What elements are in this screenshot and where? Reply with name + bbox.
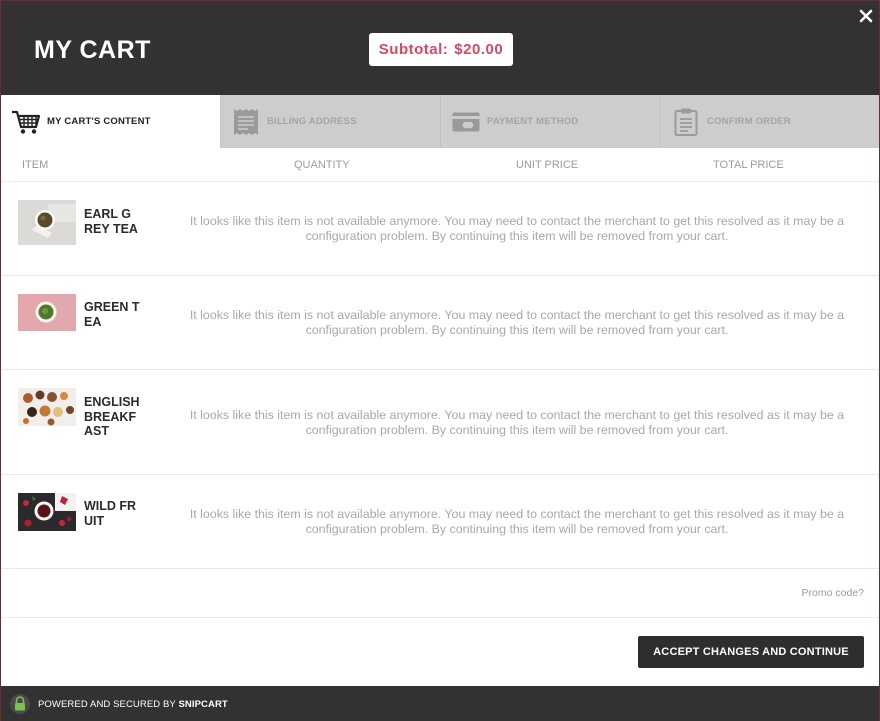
product-image [18,200,76,245]
unavailable-message: It looks like this item is not available… [189,408,845,437]
subtotal-badge: Subtotal: $20.00 [369,33,513,66]
cart-icon [11,107,41,137]
product-image [18,294,76,339]
step-payment-method[interactable]: PAYMENT METHOD [441,95,661,148]
product-name: ENGLISH BREAKFAST [84,395,140,438]
checkout-steps: MY CART'S CONTENT BILLING ADDRESS PAYMEN… [1,95,879,148]
table-row: ENGLISH BREAKFAST It looks like this ite… [1,370,879,475]
step-label: CONFIRM ORDER [707,116,791,127]
step-billing-address[interactable]: BILLING ADDRESS [221,95,441,148]
table-row: EARL GREY TEA It looks like this item is… [1,182,879,276]
table-row: GREEN TEA It looks like this item is not… [1,276,879,370]
step-confirm-order[interactable]: CONFIRM ORDER [661,95,879,148]
snipcart-brand[interactable]: SNIPCART [178,699,227,710]
clipboard-icon [671,107,701,137]
page-title: MY CART [34,36,151,64]
unavailable-message: It looks like this item is not available… [189,507,845,536]
unavailable-message: It looks like this item is not available… [189,214,845,243]
column-header-total-price: TOTAL PRICE [713,159,784,171]
table-header: ITEM QUANTITY UNIT PRICE TOTAL PRICE [1,148,879,182]
action-section: ACCEPT CHANGES AND CONTINUE [1,618,879,685]
product-image [18,493,76,538]
column-header-quantity: QUANTITY [294,159,350,171]
step-cart-content[interactable]: MY CART'S CONTENT [1,95,221,148]
step-label: MY CART'S CONTENT [47,116,151,127]
credit-card-icon [451,107,481,137]
product-image [18,388,76,433]
subtotal-label: Subtotal: [378,41,449,58]
receipt-icon [231,107,261,137]
cart-header: MY CART Subtotal: $20.00 [1,1,879,95]
footer-powered-text: POWERED AND SECURED BY [38,699,176,710]
close-icon[interactable] [859,9,873,23]
product-name: GREEN TEA [84,300,140,329]
step-label: BILLING ADDRESS [267,116,357,127]
lock-icon [10,694,30,714]
subtotal-value: $20.00 [454,41,504,58]
unavailable-message: It looks like this item is not available… [189,308,845,337]
column-header-item: ITEM [22,159,49,171]
product-name: EARL GREY TEA [84,207,138,236]
footer: POWERED AND SECURED BY SNIPCART [1,686,879,721]
footer-text: POWERED AND SECURED BY SNIPCART [38,699,228,710]
cart-modal: MY CART Subtotal: $20.00 MY CART'S CONTEN… [1,1,879,721]
accept-changes-button[interactable]: ACCEPT CHANGES AND CONTINUE [638,636,864,668]
promo-code-link[interactable]: Promo code? [802,587,864,599]
column-header-unit-price: UNIT PRICE [516,159,579,171]
product-name: WILD FRUIT [84,499,137,528]
promo-section: Promo code? [1,569,879,618]
table-row: WILD FRUIT It looks like this item is no… [1,475,879,569]
step-label: PAYMENT METHOD [487,116,579,127]
